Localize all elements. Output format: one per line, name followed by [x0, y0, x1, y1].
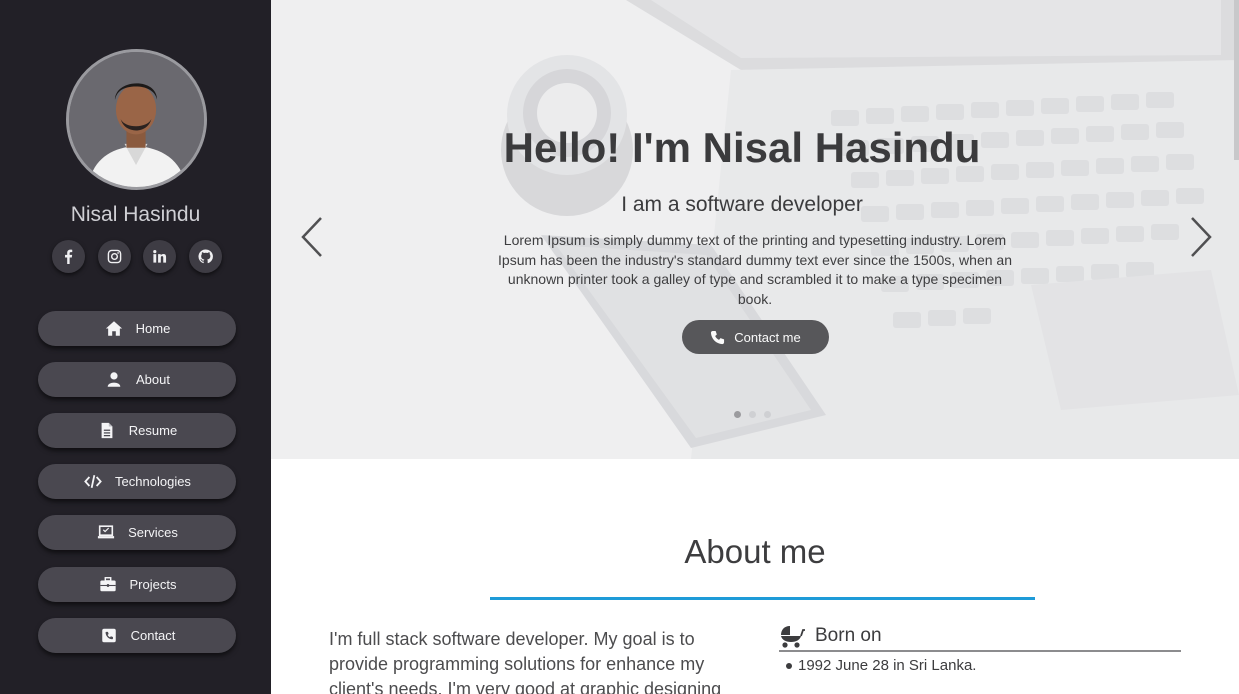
scrollbar-thumb[interactable] — [1234, 0, 1239, 160]
home-icon — [105, 321, 122, 336]
linkedin-icon — [153, 250, 167, 263]
social-links — [52, 240, 222, 274]
bullet-icon — [786, 662, 792, 669]
carousel-prev-button[interactable] — [297, 214, 327, 260]
nav-resume-button[interactable]: Resume — [38, 413, 236, 448]
facebook-icon — [65, 249, 73, 264]
nav-technologies-label: Technologies — [115, 474, 191, 489]
nav-services-button[interactable]: Services — [38, 515, 236, 550]
nav-about-label: About — [136, 372, 170, 387]
phone-square-icon — [101, 628, 116, 643]
briefcase-icon — [99, 577, 116, 592]
born-on-header: Born on — [779, 622, 1181, 652]
chevron-left-icon — [301, 217, 322, 257]
nav-services-label: Services — [128, 525, 178, 540]
baby-carriage-icon — [781, 626, 805, 648]
instagram-link[interactable] — [97, 240, 131, 273]
linkedin-link[interactable] — [143, 240, 177, 273]
sidebar-name: Nisal Hasindu — [70, 203, 201, 226]
nav-home-label: Home — [135, 321, 171, 336]
born-on-label: Born on — [815, 625, 882, 646]
carousel-indicator-3[interactable] — [764, 411, 771, 418]
carousel-indicator-1[interactable] — [734, 411, 741, 418]
born-on-item: 1992 June 28 in Sri Lanka. — [786, 657, 976, 674]
phone-icon — [711, 330, 725, 344]
profile-photo — [69, 52, 204, 187]
born-on-value: 1992 June 28 in Sri Lanka. — [798, 657, 977, 674]
hero-title: Hello! I'm Nisal Hasindu — [503, 124, 981, 171]
sidebar-nav: Home About Resume Technologies Services … — [38, 311, 236, 669]
file-icon — [101, 422, 113, 439]
carousel-indicator-2[interactable] — [749, 411, 756, 418]
nav-resume-label: Resume — [128, 423, 178, 438]
facebook-link[interactable] — [52, 240, 85, 273]
avatar — [66, 49, 207, 190]
hero-description: Lorem Ipsum is simply dummy text of the … — [498, 232, 1012, 307]
nav-contact-label: Contact — [130, 628, 176, 643]
nav-about-button[interactable]: About — [38, 362, 236, 397]
chevron-right-icon — [1191, 217, 1212, 257]
sidebar: Nisal Hasindu Home About Resume Technolo… — [0, 0, 271, 694]
nav-contact-button[interactable]: Contact — [38, 618, 236, 653]
instagram-icon — [107, 249, 121, 264]
hero-subtitle: I am a software developer — [621, 193, 863, 216]
carousel-indicators — [734, 411, 779, 418]
about-divider — [490, 597, 1035, 600]
nav-home-button[interactable]: Home — [38, 311, 236, 346]
about-description: I'm full stack software developer. My go… — [329, 629, 722, 694]
laptop-icon — [97, 525, 115, 539]
contact-me-label: Contact me — [734, 329, 801, 345]
nav-technologies-button[interactable]: Technologies — [38, 464, 236, 499]
hero-background-image — [271, 0, 1239, 459]
nav-projects-label: Projects — [129, 577, 177, 592]
github-link[interactable] — [188, 240, 222, 273]
hero-carousel: Hello! I'm Nisal Hasindu I am a software… — [271, 0, 1239, 459]
contact-me-button[interactable]: Contact me — [682, 320, 829, 354]
code-icon — [84, 475, 102, 488]
nav-projects-button[interactable]: Projects — [38, 567, 236, 602]
about-title: About me — [684, 533, 826, 570]
carousel-next-button[interactable] — [1186, 214, 1216, 260]
user-icon — [107, 372, 121, 387]
github-icon — [198, 249, 213, 264]
